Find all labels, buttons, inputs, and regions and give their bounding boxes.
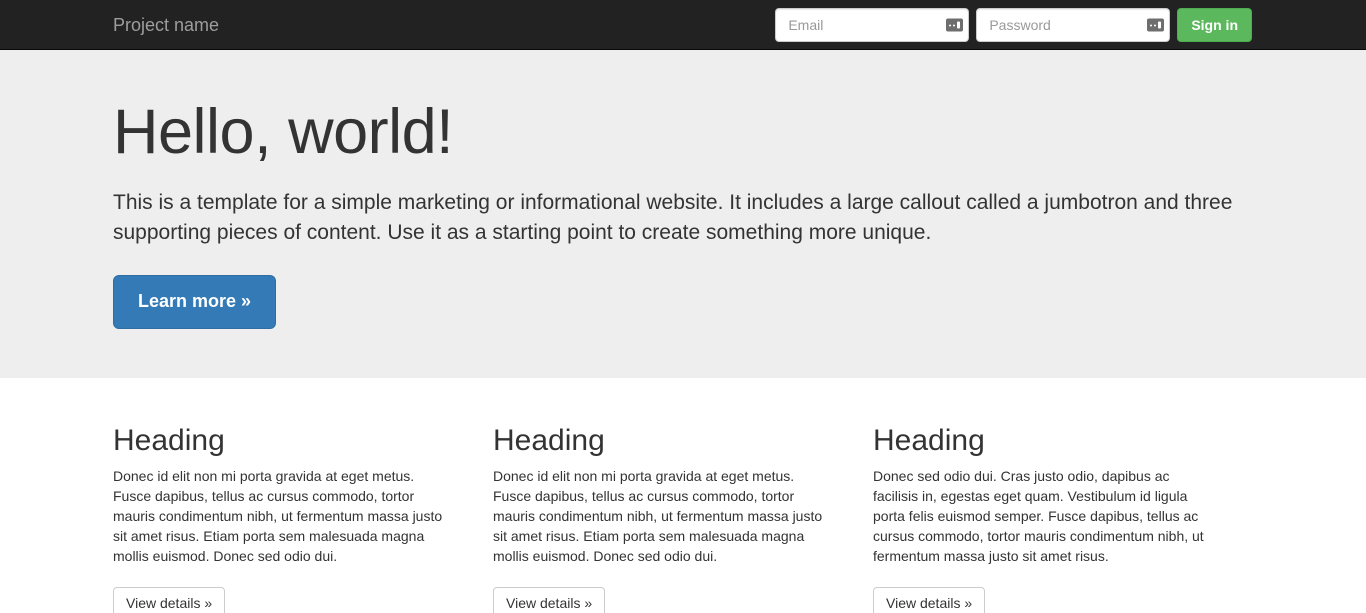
jumbotron-lead: This is a template for a simple marketin… [113, 191, 1233, 244]
learn-more-button[interactable]: Learn more » [113, 275, 277, 330]
view-details-button[interactable]: View details » [493, 586, 606, 613]
jumbotron: Hello, world! This is a template for a s… [0, 50, 1366, 378]
sign-in-button[interactable]: Sign in [1177, 8, 1252, 42]
password-field-group [976, 8, 1171, 42]
feature-heading: Heading [873, 424, 985, 457]
feature-heading: Heading [113, 424, 225, 457]
page-title: Hello, world! [113, 97, 454, 167]
feature-body: Donec id elit non mi porta gravida at eg… [113, 468, 443, 564]
navbar-brand[interactable]: Project name [113, 0, 219, 50]
navbar: Project name Sign in [0, 0, 1366, 50]
email-input[interactable] [775, 8, 970, 42]
feature-column: Heading Donec id elit non mi porta gravi… [113, 424, 493, 613]
feature-column: Heading Donec sed odio dui. Cras justo o… [873, 424, 1253, 613]
feature-column: Heading Donec id elit non mi porta gravi… [493, 424, 873, 613]
password-input[interactable] [976, 8, 1171, 42]
feature-heading: Heading [493, 424, 605, 457]
view-details-button[interactable]: View details » [113, 586, 226, 613]
content-container: Heading Donec id elit non mi porta gravi… [0, 424, 1366, 613]
view-details-button[interactable]: View details » [873, 586, 986, 613]
jumbotron-inner: Hello, world! This is a template for a s… [0, 97, 1366, 330]
email-field-group [775, 8, 970, 42]
signin-form: Sign in [775, 0, 1252, 50]
jumbotron-cta-wrap: Learn more » [113, 275, 1253, 330]
feature-columns-row: Heading Donec id elit non mi porta gravi… [113, 424, 1253, 613]
feature-body: Donec sed odio dui. Cras justo odio, dap… [873, 468, 1204, 564]
feature-body: Donec id elit non mi porta gravida at eg… [493, 468, 823, 564]
